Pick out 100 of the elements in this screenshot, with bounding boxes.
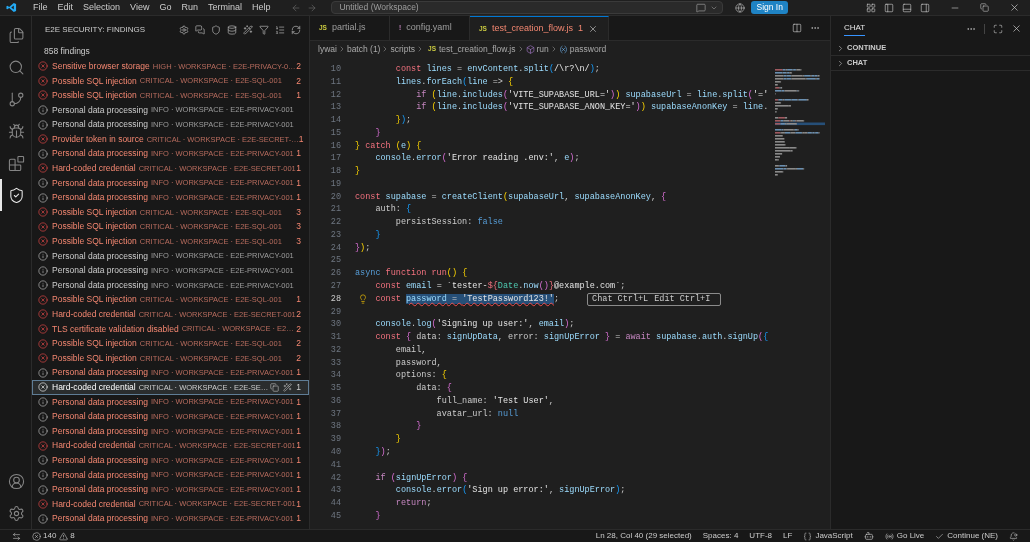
tab-label: config.yaml [406,21,452,35]
breadcrumb-item[interactable]: batch (1) [346,42,381,56]
info-icon [38,411,48,422]
finding-title: Personal data processing [52,410,148,423]
panel-toggle-icon[interactable] [902,2,912,13]
filter-icon[interactable] [259,25,269,35]
encoding[interactable]: UTF-8 [749,530,773,542]
finding-count: 1 [296,453,301,467]
code-line: persistSession: false [394,216,503,229]
line-number: 38 [329,420,341,434]
line-number: 26 [329,267,341,280]
blocks-icon[interactable] [8,154,25,172]
line-number: 42 [329,471,341,485]
finding-count: 1 [298,132,304,146]
chat-icon[interactable] [195,25,205,35]
go-live[interactable]: Go Live [896,530,925,542]
secondary-sidebar-icon[interactable] [920,2,930,13]
broadcast-icon[interactable] [884,531,894,541]
warning-count[interactable]: 8 [70,530,75,542]
finding-title: Personal data processing [52,103,148,117]
breadcrumb-item[interactable]: run [536,42,549,56]
close-icon[interactable] [1009,2,1020,13]
bug-icon[interactable] [8,122,25,140]
finding-title: Personal data processing [52,147,148,161]
breadcrumb-item[interactable]: test_creation_flow.js [438,42,516,56]
error-icon [38,163,48,174]
menu-item[interactable]: View [125,0,155,15]
language-mode[interactable]: JavaScript [815,530,853,542]
split-editor-icon[interactable] [792,23,802,33]
branch-icon[interactable] [8,90,25,108]
refresh-icon[interactable] [291,25,301,35]
finding-count: 2 [296,308,301,321]
info-icon [38,426,48,437]
code-line: } catch (e) { [355,139,422,153]
gear-icon[interactable] [179,25,189,35]
breadcrumb-item[interactable]: scripts [390,42,415,56]
bot-icon[interactable] [863,531,874,541]
menu-item[interactable]: Terminal [202,0,247,15]
error-icon [38,338,48,349]
finding-title: Personal data processing [52,278,148,292]
code-line: const email = `tester-${Date.now()}@example.com`; [374,280,626,293]
menu-item[interactable]: File [28,0,53,15]
code-line: options: { [394,369,447,383]
settings-icon[interactable] [8,504,25,522]
sign-in-button[interactable]: Sign In [751,1,788,14]
warning-icon[interactable] [59,531,69,541]
menu-item[interactable]: Go [154,0,177,15]
code-line: data: { [415,382,452,395]
close-icon[interactable] [1011,23,1022,34]
database-icon[interactable] [227,25,237,35]
indentation[interactable]: Spaces: 4 [702,530,739,542]
sidebar-toggle-icon[interactable] [884,2,894,13]
error-icon [38,221,48,232]
finding-title: Personal data processing [52,264,148,277]
menu-item[interactable]: Edit [52,0,79,15]
close-icon[interactable] [588,23,598,34]
shield-icon[interactable] [8,186,25,204]
files-icon[interactable] [8,26,25,44]
line-number: 33 [329,356,341,370]
line-ending[interactable]: LF [783,530,793,542]
wand-icon[interactable] [283,382,293,392]
code-line: if (line.includes('VITE_SUPABASE_ANON_KEY=')) supabaseAnonKey = line. [415,101,769,115]
finding-title: Personal data processing [52,366,148,380]
error-icon[interactable] [32,531,41,541]
info-icon [38,119,48,130]
maximize-icon[interactable] [993,23,1003,34]
line-number: 45 [329,509,341,523]
copy-icon[interactable] [270,382,280,392]
code-line: full_name: 'Test User', [435,394,554,408]
code-line: } [415,420,422,434]
line-number: 34 [329,369,341,383]
inline-hint[interactable]: Chat Ctrl+L Edit Ctrl+I [587,292,722,306]
continue-status[interactable]: Continue (NE) [947,530,998,542]
chat-icon[interactable] [696,2,707,13]
braces-icon[interactable] [803,531,813,541]
menu-item[interactable]: Help [246,0,276,15]
remote-icon[interactable] [11,531,21,541]
account-icon[interactable] [8,472,25,490]
globe-icon[interactable] [735,2,746,13]
menu-item[interactable]: Run [176,0,203,15]
breadcrumb-item[interactable]: password [569,42,607,56]
error-count[interactable]: 140 [43,530,57,542]
layout-icon[interactable] [866,2,876,13]
restore-icon[interactable] [980,3,989,12]
list-icon[interactable] [275,25,285,35]
menu-item[interactable]: Selection [78,0,126,15]
info-icon [38,469,48,480]
search-icon[interactable] [8,58,25,76]
line-number: 10 [329,63,341,76]
panel-tab[interactable]: CHAT [844,21,866,36]
error-icon [38,440,48,451]
wand-icon[interactable] [243,25,253,35]
code-line: if (line.includes('VITE_SUPABASE_URL=')) supabaseUrl = line.split('=' [415,88,769,102]
bell-icon[interactable] [1009,531,1018,541]
lightbulb-icon[interactable] [358,294,368,305]
cursor-position[interactable]: Ln 28, Col 40 (29 selected) [595,530,692,542]
command-center[interactable]: Untitled (Workspace) [331,1,724,14]
check-icon[interactable] [935,531,945,541]
breadcrumb-item[interactable]: lywai [318,42,337,56]
finding-title: Hard-coded credential [52,439,136,453]
